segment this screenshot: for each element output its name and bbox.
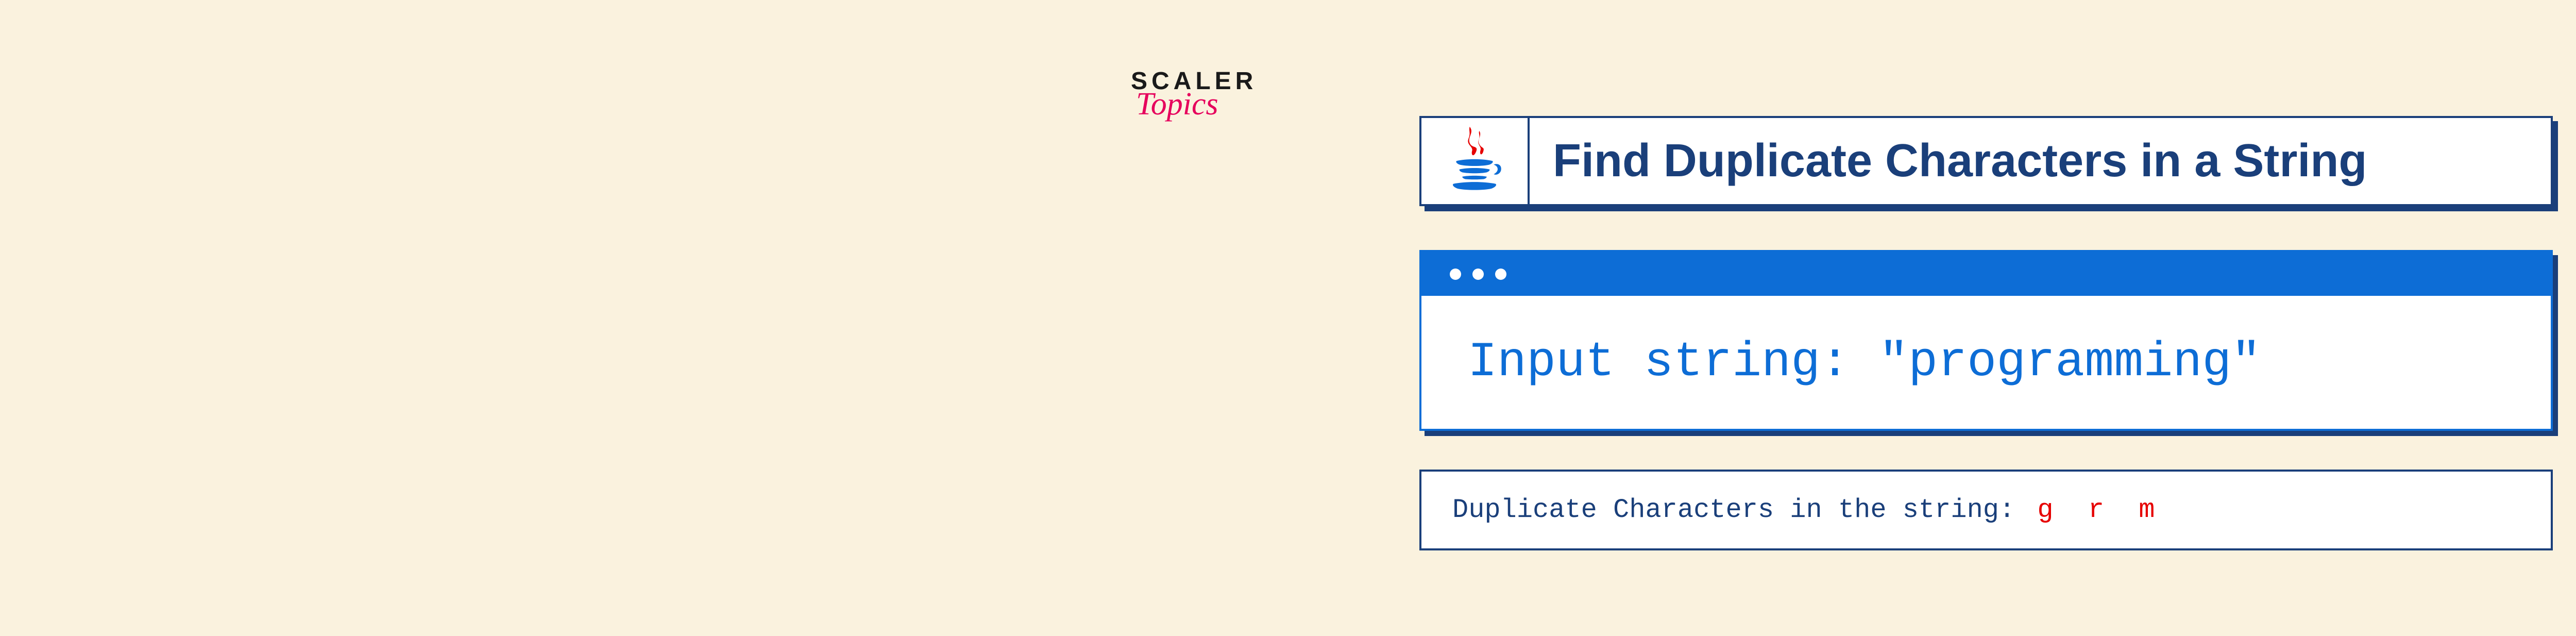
window-dot xyxy=(1472,269,1484,280)
output-label: Duplicate Characters in the string: xyxy=(1452,495,2015,525)
window-titlebar xyxy=(1421,252,2551,296)
code-content: Input string: "programming" xyxy=(1421,296,2551,429)
window-dot xyxy=(1450,269,1461,280)
java-icon xyxy=(1444,124,1505,198)
title-bar: Find Duplicate Characters in a String xyxy=(1419,116,2553,206)
title-text: Find Duplicate Characters in a String xyxy=(1530,118,2551,204)
content-area: Find Duplicate Characters in a String In… xyxy=(1419,116,2553,550)
output-box: Duplicate Characters in the string: g r … xyxy=(1419,470,2553,550)
scaler-topics-logo: SCALER Topics xyxy=(1131,67,1257,123)
window-dot xyxy=(1495,269,1506,280)
code-window: Input string: "programming" xyxy=(1419,250,2553,431)
duplicate-characters-result: g r m xyxy=(2037,495,2164,525)
java-icon-box xyxy=(1421,118,1530,204)
